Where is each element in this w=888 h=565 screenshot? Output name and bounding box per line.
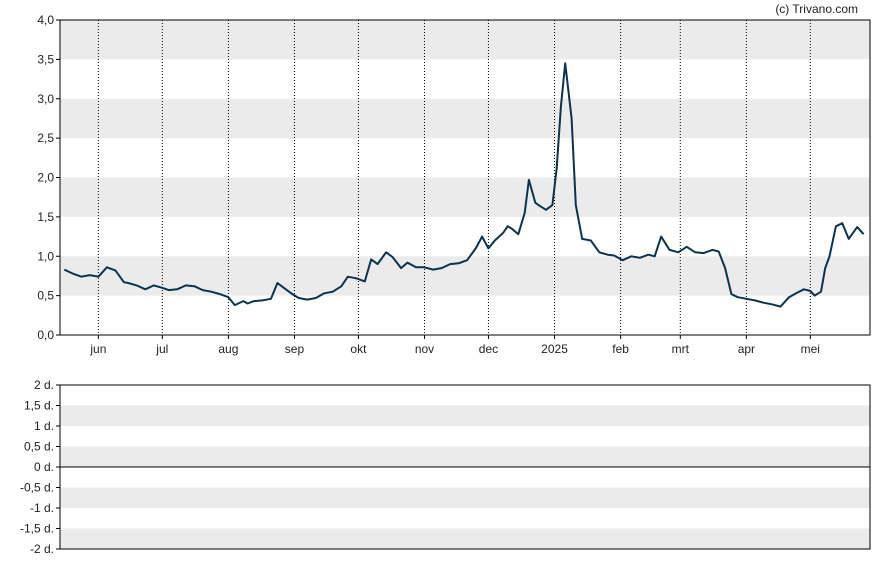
x-tick-label: apr: [738, 342, 755, 356]
bottom-band: [60, 446, 870, 467]
top-x-axis-ticks: jun jul aug sep okt nov dec 2025 feb mrt apr mei: [89, 335, 820, 356]
x-tick-label: sep: [285, 342, 305, 356]
y-tick-label: 3,0: [37, 92, 54, 106]
bottom-y-tick-label: 1,5 d.: [24, 399, 54, 413]
top-band: [60, 256, 870, 296]
y-tick-label: 0,0: [37, 328, 54, 342]
bottom-band: [60, 528, 870, 549]
x-tick-label: mrt: [672, 342, 690, 356]
top-band: [60, 177, 870, 217]
bottom-y-axis-ticks: 2 d. 1,5 d. 1 d. 0,5 d. 0 d. -0,5 d. -1 d. -1,5…: [20, 378, 60, 556]
x-tick-label: jun: [89, 342, 106, 356]
bottom-y-tick-label: -2 d.: [30, 542, 54, 556]
y-tick-label: 3,5: [37, 52, 54, 66]
price-chart-panel: 0,0 0,5 1,0 1,5 2,0 2,5 3,0 3,5 4,0 jun jul aug sep…: [37, 13, 871, 356]
top-y-axis-ticks: 0,0 0,5 1,0 1,5 2,0 2,5 3,0 3,5 4,0: [37, 13, 60, 342]
bottom-y-tick-label: 0,5 d.: [24, 440, 54, 454]
secondary-chart-panel: 2 d. 1,5 d. 1 d. 0,5 d. 0 d. -0,5 d. -1 d. -1,5…: [20, 378, 871, 556]
x-tick-label: 2025: [541, 342, 568, 356]
x-tick-label: jul: [155, 342, 168, 356]
x-tick-label: mei: [801, 342, 820, 356]
bottom-y-tick-label: -1 d.: [30, 501, 54, 515]
y-tick-label: 1,0: [37, 249, 54, 263]
bottom-y-tick-label: 2 d.: [34, 378, 54, 392]
bottom-y-tick-label: -0,5 d.: [20, 481, 54, 495]
bottom-background-bands: [60, 405, 870, 549]
x-tick-label: aug: [218, 342, 238, 356]
top-band: [60, 98, 870, 139]
x-tick-label: okt: [350, 342, 367, 356]
credit-text: (c) Trivano.com: [775, 2, 858, 16]
y-tick-label: 1,5: [37, 210, 54, 224]
chart-canvas: (c) Trivano.com 0,0 0,5 1,0 1,5 2,0 2,5 3,0 3,5…: [20, 2, 871, 556]
top-band: [60, 20, 870, 60]
y-tick-label: 2,0: [37, 171, 54, 185]
x-tick-label: dec: [479, 342, 498, 356]
bottom-y-tick-label: 1 d.: [34, 419, 54, 433]
bottom-band: [60, 405, 870, 426]
y-tick-label: 4,0: [37, 13, 54, 27]
bottom-y-tick-label: -1,5 d.: [20, 522, 54, 536]
y-tick-label: 0,5: [37, 289, 54, 303]
x-tick-label: nov: [415, 342, 434, 356]
bottom-band: [60, 487, 870, 508]
top-background-bands: [60, 20, 870, 296]
x-tick-label: feb: [612, 342, 629, 356]
y-tick-label: 2,5: [37, 131, 54, 145]
bottom-y-tick-label: 0 d.: [34, 460, 54, 474]
